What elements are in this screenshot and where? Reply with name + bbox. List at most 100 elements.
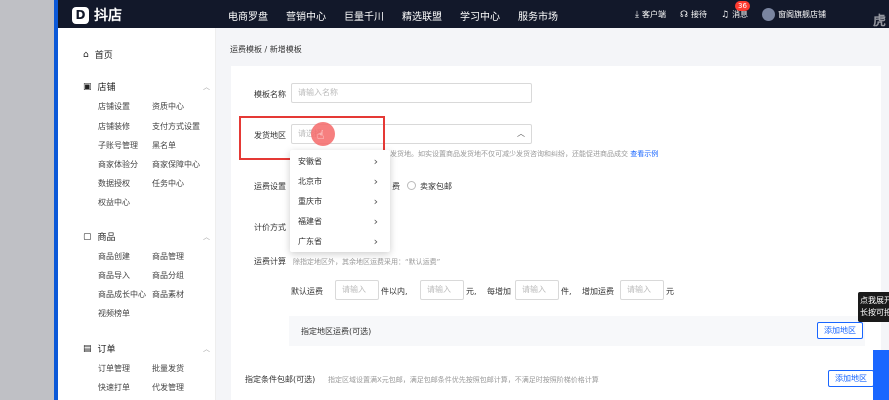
shop-section-label: 店铺	[97, 83, 116, 93]
add-region-button[interactable]: 添加地区	[817, 322, 863, 339]
template-name-label: 模板名称	[254, 90, 286, 99]
region-freight-panel	[289, 316, 865, 346]
sidebar-item-experience[interactable]: 商家体验分	[98, 159, 138, 170]
shop-name: 窗阁旗舰店铺	[778, 10, 827, 19]
freight-calc-hint: 除指定地区外，其余地区运费采用：“默认运费”	[293, 258, 441, 266]
top-navigation-bar: D 抖店 电商罗盘 营销中心 巨量千川 精选联盟 学习中心 服务市场 ⤓ 客户端 …	[58, 0, 889, 67]
yuan-text: 元,	[466, 287, 477, 296]
view-example-link[interactable]: 查看示例	[630, 150, 658, 158]
province-label: 福建省	[298, 217, 322, 226]
client-label: 客户端	[641, 10, 666, 19]
freight-setting-label: 运费设置	[254, 182, 286, 191]
chevron-up-icon: ︿	[517, 129, 525, 138]
chevron-right-icon: ›	[373, 175, 378, 188]
freight-option-free[interactable]: 卖家包邮	[420, 181, 452, 192]
nav-qianchuan[interactable]: 巨量千川	[344, 8, 384, 23]
province-label: 安徽省	[298, 157, 322, 166]
sidebar-item-benefits[interactable]: 权益中心	[98, 197, 130, 208]
nav-learning[interactable]: 学习中心	[460, 8, 500, 23]
sidebar-item-video-rank[interactable]: 视频榜单	[98, 308, 130, 319]
chevron-right-icon: ›	[373, 215, 378, 228]
account-menu[interactable]: 窗阁旗舰店铺	[762, 8, 826, 21]
download-icon: ⤓	[635, 9, 639, 20]
home-label: 首页	[94, 51, 113, 61]
dropdown-item-chongqing[interactable]: 重庆市 ›	[290, 192, 390, 212]
nav-service-market[interactable]: 服务市场	[518, 8, 558, 23]
chevron-up-icon[interactable]: ︿	[203, 82, 210, 92]
document-icon: ▤	[83, 343, 92, 354]
sidebar-item-decoration[interactable]: 店铺装修	[98, 121, 130, 132]
sidebar-section-shop[interactable]: ▣ 店铺	[83, 80, 116, 94]
box-icon: ▢	[83, 231, 92, 242]
nav-alliance[interactable]: 精选联盟	[402, 8, 442, 23]
sidebar-item-tasks[interactable]: 任务中心	[152, 178, 184, 189]
province-label: 重庆市	[298, 197, 322, 206]
dropdown-item-fujian[interactable]: 福建省 ›	[290, 212, 390, 232]
chevron-right-icon: ›	[373, 155, 378, 168]
add-pieces-input[interactable]: 请输入	[515, 280, 559, 300]
template-name-input[interactable]: 请输入名称	[291, 83, 532, 103]
sidebar-item-goods-group[interactable]: 商品分组	[152, 270, 184, 281]
floating-helper-tab[interactable]	[873, 350, 889, 400]
client-button[interactable]: ⤓ 客户端	[635, 9, 666, 20]
first-price-input[interactable]: 请输入	[420, 280, 464, 300]
tooltip-line-2: 长按可拖	[860, 308, 889, 317]
sidebar-section-orders[interactable]: ▤ 订单	[83, 342, 116, 356]
sidebar-item-order-manage[interactable]: 订单管理	[98, 363, 130, 374]
brand-logo[interactable]: D 抖店	[72, 5, 122, 25]
freight-option-custom[interactable]: 费	[392, 181, 400, 192]
sidebar-item-create-goods[interactable]: 商品创建	[98, 251, 130, 262]
region-freight-label: 指定地区运费(可选)	[301, 327, 372, 336]
ship-region-hint: 发货地。如实设置商品发货地不仅可减少发货咨询和纠纷，还能促进商品成交 查看示例	[390, 149, 658, 159]
chevron-up-icon[interactable]: ︿	[203, 344, 210, 354]
chevron-right-icon: ›	[373, 235, 378, 248]
pieces-within-text: 件以内,	[381, 287, 408, 296]
sidebar-item-batch-ship[interactable]: 批量发货	[152, 363, 184, 374]
sidebar-item-subaccount[interactable]: 子账号管理	[98, 140, 138, 151]
top-nav-menu: 电商罗盘 营销中心 巨量千川 精选联盟 学习中心 服务市场	[228, 8, 576, 23]
free-shipping-radio[interactable]	[407, 181, 416, 190]
province-label: 广东省	[298, 237, 322, 246]
goods-section-label: 商品	[97, 233, 116, 243]
dropdown-item-beijing[interactable]: 北京市 ›	[290, 172, 390, 192]
sidebar-section-goods[interactable]: ▢ 商品	[83, 230, 116, 244]
sidebar-item-home[interactable]: ⌂ 首页	[83, 48, 113, 62]
reception-button[interactable]: ☊ 接待	[680, 9, 707, 20]
top-right-actions: ⤓ 客户端 ☊ 接待 ♫ 消息 36 窗阁旗舰店铺	[635, 1, 840, 21]
brand-name: 抖店	[94, 8, 122, 24]
add-price-input[interactable]: 请输入	[620, 280, 664, 300]
avatar	[762, 8, 776, 21]
floating-helper-tooltip[interactable]: 点我展开 长按可拖	[858, 292, 889, 322]
sidebar-item-quick-print[interactable]: 快速打单	[98, 382, 130, 393]
sidebar-item-qualification[interactable]: 资质中心	[152, 101, 184, 112]
first-pieces-input[interactable]: 请输入	[335, 280, 379, 300]
sidebar-item-blacklist[interactable]: 黑名单	[152, 140, 176, 151]
tooltip-line-1: 点我展开	[860, 296, 889, 305]
nav-compass[interactable]: 电商罗盘	[228, 8, 268, 23]
sidebar-item-import-goods[interactable]: 商品导入	[98, 270, 130, 281]
logo-icon: D	[72, 6, 89, 24]
free-shipping-label: 指定条件包邮(可选)	[245, 375, 316, 384]
sidebar-item-data-auth[interactable]: 数据授权	[98, 178, 130, 189]
nav-marketing[interactable]: 营销中心	[286, 8, 326, 23]
dropdown-item-guangdong[interactable]: 广东省 ›	[290, 232, 390, 252]
pointer-cursor-icon: ☝	[317, 128, 325, 142]
sidebar: ⌂ 首页 ▣ 店铺 ︿ 店铺设置 资质中心 店铺装修 支付方式设置 子账号管理 黑名…	[58, 28, 216, 400]
sidebar-item-manage-goods[interactable]: 商品管理	[152, 251, 184, 262]
dropdown-item-anhui[interactable]: 安徽省 ›	[290, 152, 390, 172]
messages-button[interactable]: ♫ 消息 36	[720, 1, 750, 20]
bell-icon: ♫	[720, 9, 730, 20]
sidebar-item-guarantee[interactable]: 商家保障中心	[152, 159, 200, 170]
sidebar-item-goods-material[interactable]: 商品素材	[152, 289, 184, 300]
province-dropdown: 安徽省 › 北京市 › 重庆市 › 福建省 › 广东省 ›	[290, 150, 390, 252]
sidebar-item-shop-settings[interactable]: 店铺设置	[98, 101, 130, 112]
home-icon: ⌂	[83, 49, 89, 60]
sidebar-item-payment[interactable]: 支付方式设置	[152, 121, 200, 132]
sidebar-item-dropship[interactable]: 代发管理	[152, 382, 184, 393]
yuan-end-text: 元	[666, 287, 674, 296]
add-condition-region-button[interactable]: 添加地区	[828, 370, 874, 387]
sidebar-item-goods-growth[interactable]: 商品成长中心	[98, 289, 146, 300]
store-icon: ▣	[83, 81, 92, 92]
province-label: 北京市	[298, 177, 322, 186]
chevron-up-icon[interactable]: ︿	[203, 232, 210, 242]
